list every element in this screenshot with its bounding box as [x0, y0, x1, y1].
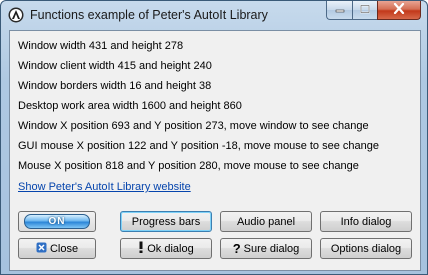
- audio-panel-button[interactable]: Audio panel: [220, 211, 312, 232]
- work-area-text: Desktop work area width 1600 and height …: [18, 100, 242, 112]
- maximize-button[interactable]: [352, 1, 377, 20]
- client-size-text: Window client width 415 and height 240: [18, 60, 212, 72]
- ok-dialog-button[interactable]: Ok dialog: [120, 238, 212, 259]
- progress-bars-button[interactable]: Progress bars: [120, 211, 212, 232]
- maximize-icon: [360, 1, 370, 19]
- title-bar[interactable]: Functions example of Peter's AutoIt Libr…: [1, 1, 427, 30]
- close-button[interactable]: Close: [18, 238, 96, 259]
- exclamation-icon: [138, 241, 144, 256]
- sure-dialog-label: Sure dialog: [243, 242, 300, 255]
- on-label: ON: [24, 214, 90, 229]
- window-title: Functions example of Peter's AutoIt Libr…: [30, 8, 268, 22]
- app-window: Functions example of Peter's AutoIt Libr…: [0, 0, 428, 275]
- borders-size-text: Window borders width 16 and height 38: [18, 80, 212, 92]
- options-dialog-button[interactable]: Options dialog: [320, 238, 412, 259]
- close-button-label: Close: [49, 242, 79, 255]
- x-icon: [36, 242, 47, 256]
- minimize-icon: [335, 1, 345, 19]
- close-icon: [393, 1, 405, 19]
- sure-dialog-button[interactable]: ? Sure dialog: [220, 238, 312, 259]
- window-position-text: Window X position 693 and Y position 273…: [18, 120, 369, 132]
- ok-dialog-label: Ok dialog: [147, 242, 194, 255]
- info-dialog-button[interactable]: Info dialog: [320, 211, 412, 232]
- mouse-position-text: Mouse X position 818 and Y position 280,…: [18, 160, 359, 172]
- client-area: Window width 431 and height 278 Window c…: [9, 30, 421, 271]
- window-size-text: Window width 431 and height 278: [18, 40, 184, 52]
- autoit-app-icon: [8, 7, 24, 23]
- gui-mouse-position-text: GUI mouse X position 122 and Y position …: [18, 140, 379, 152]
- caption-buttons: [326, 1, 421, 20]
- minimize-button[interactable]: [326, 1, 352, 20]
- close-window-button[interactable]: [377, 1, 421, 20]
- website-link[interactable]: Show Peter's AutoIt Library website: [18, 181, 191, 193]
- question-icon: ?: [232, 241, 241, 256]
- on-toggle-button[interactable]: ON: [18, 211, 96, 232]
